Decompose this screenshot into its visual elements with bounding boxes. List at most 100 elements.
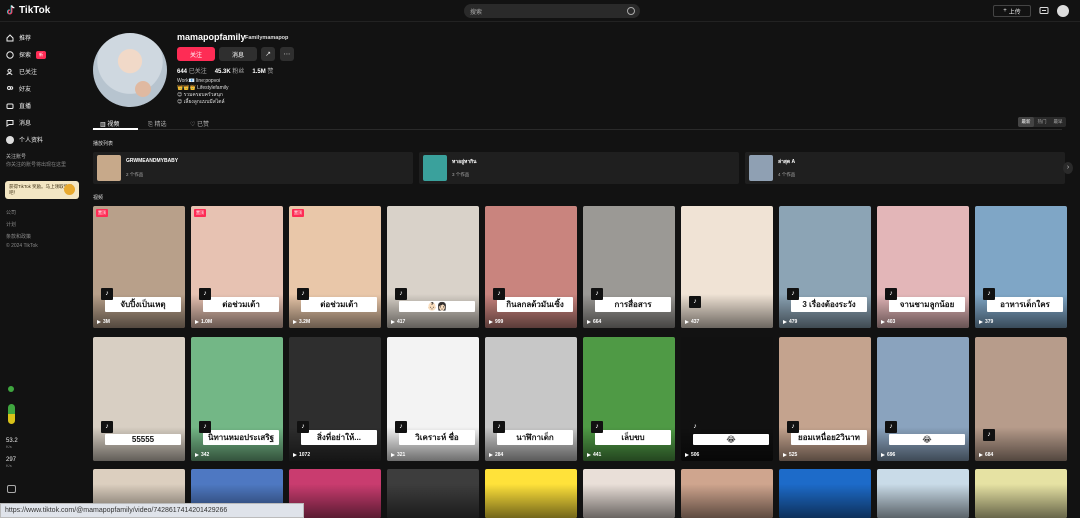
play-icon	[195, 320, 199, 324]
upload-button[interactable]: + 上传	[993, 5, 1031, 17]
video-card[interactable]	[975, 469, 1067, 518]
message-button[interactable]: 消息	[219, 47, 257, 61]
tiktok-note-icon: ♪	[493, 288, 505, 300]
sidebar-item-live[interactable]: 直播	[6, 101, 31, 110]
video-card[interactable]	[877, 469, 969, 518]
count-value: 45.3K	[214, 69, 231, 75]
sidebar-item-explore[interactable]: 探索新	[6, 50, 47, 59]
video-card[interactable]: นิทานหมอประเสริฐ ♪ 342	[191, 337, 283, 461]
video-card[interactable]: กินลกลด้วมันเซิ้ง ♪ 999	[485, 206, 577, 328]
video-card[interactable]: ♪ 684	[975, 337, 1067, 461]
video-card[interactable]: นาฬิกาเด็ก ♪ 284	[485, 337, 577, 461]
video-caption: การสื่อสาร	[595, 297, 671, 312]
playlist-card[interactable]: หาอยู่หากิน 3 个作品	[419, 152, 739, 184]
video-card[interactable]: เล็บขบ ♪ 441	[583, 337, 675, 461]
video-card[interactable]: จานชามลูกน้อย ♪ 403	[877, 206, 969, 328]
camera-icon[interactable]	[7, 485, 16, 493]
sort-option-oldest[interactable]: 最早	[1050, 117, 1066, 127]
sidebar-item-friends[interactable]: 好友	[6, 84, 31, 93]
view-count-value: 1.0M	[201, 319, 213, 325]
video-card[interactable]: 😂 ♪ 696	[877, 337, 969, 461]
video-card[interactable]: ♪ 437	[681, 206, 773, 328]
share-button[interactable]: ↗	[261, 47, 275, 61]
play-icon	[587, 320, 591, 324]
view-count-value: 403	[887, 319, 896, 325]
video-card[interactable]: 3 เรื่องต้องระวัง ♪ 479	[779, 206, 871, 328]
following-count[interactable]: 644 已关注	[177, 66, 207, 75]
video-card[interactable]: 👶🏻👩🏻 ♪ 417	[387, 206, 479, 328]
footer-link-company[interactable]: 公司	[6, 210, 16, 217]
video-card[interactable]	[779, 469, 871, 518]
sidebar-item-label: 直播	[19, 104, 32, 110]
view-count-value: 437	[691, 319, 700, 325]
video-caption: ต่อช่วมเต้า	[301, 297, 377, 312]
video-card[interactable]: อาหารเด็กใคร ♪ 379	[975, 206, 1067, 328]
footer-link-program[interactable]: 计划	[6, 222, 16, 229]
video-card[interactable]: วิเคราะห์ ชื่อ ♪ 321	[387, 337, 479, 461]
video-caption: นาฬิกาเด็ก	[497, 430, 573, 445]
playlist-count: 4 个作品	[778, 172, 796, 177]
status-dot	[8, 386, 14, 392]
more-button[interactable]: ⋯	[280, 47, 294, 61]
view-count-value: 506	[691, 452, 700, 458]
sort-option-latest[interactable]: 最新	[1018, 117, 1034, 127]
message-icon	[6, 119, 14, 127]
video-card[interactable]: การสื่อสาร ♪ 664	[583, 206, 675, 328]
sort-option-popular[interactable]: 热门	[1034, 117, 1050, 127]
video-caption: 👶🏻👩🏻	[399, 301, 475, 312]
videos-heading: 视频	[93, 195, 104, 201]
view-count-value: 284	[495, 452, 504, 458]
playlist-next-button[interactable]: ›	[1063, 162, 1073, 174]
view-count: 525	[783, 452, 797, 458]
video-gradient	[877, 484, 969, 518]
video-card[interactable]: 置顶 ต่อช่วมเต้า ♪ 3.2M	[289, 206, 381, 328]
video-caption: จานชามลูกน้อย	[889, 297, 965, 312]
user-avatar[interactable]	[1057, 5, 1069, 17]
video-card[interactable]: ยอมเหนื่อย2วินาท ♪ 525	[779, 337, 871, 461]
battery-indicator	[8, 404, 15, 424]
tiktok-note-icon: ♪	[591, 421, 603, 433]
video-card[interactable]: 置顶 จับปิ้งเป็นเหตุ ♪ 3M	[93, 206, 185, 328]
sidebar-item-label: 探索	[19, 53, 32, 59]
view-count: 342	[195, 452, 209, 458]
tab-videos[interactable]: ▥ 视频	[100, 119, 119, 128]
view-count: 479	[783, 319, 797, 325]
video-card[interactable]	[583, 469, 675, 518]
video-gradient	[975, 484, 1067, 518]
follow-button[interactable]: 关注	[177, 47, 215, 61]
search-input[interactable]: 搜索	[464, 4, 640, 18]
followers-count[interactable]: 45.3K 粉丝	[215, 66, 245, 75]
profile-bio: Work📧 line:popvoi 👑👑👑 Lifestylefamily 😊 …	[177, 78, 228, 106]
coin-icon	[64, 184, 75, 195]
playlist-count: 3 个作品	[452, 172, 470, 177]
footer-link-terms[interactable]: 条款和政策	[6, 234, 31, 241]
compass-icon	[6, 50, 14, 59]
tab-liked[interactable]: ♡ 已赞	[190, 119, 209, 128]
tiktok-logo[interactable]: TikTok	[5, 4, 50, 16]
search-icon[interactable]	[627, 7, 635, 15]
pinned-badge: 置顶	[292, 209, 304, 217]
video-card[interactable]: สิ่งที่อย่าให้... ♪ 1072	[289, 337, 381, 461]
video-card[interactable]: 置顶 ต่อช่วมเต้า ♪ 1.0M	[191, 206, 283, 328]
play-icon	[685, 453, 689, 457]
profile-avatar[interactable]	[93, 33, 167, 107]
video-card[interactable]: 55555 ♪	[93, 337, 185, 461]
sidebar-item-following[interactable]: 已关注	[6, 67, 37, 76]
sidebar-item-messages[interactable]: 消息	[6, 118, 31, 127]
video-card[interactable]	[387, 469, 479, 518]
video-card[interactable]	[681, 469, 773, 518]
view-count: 1072	[293, 452, 310, 458]
playlist-card[interactable]: GRWMEANDMYBABY 2 个作品	[93, 152, 413, 184]
playlist-card[interactable]: ล่าสุด A 4 个作品	[745, 152, 1065, 184]
video-card[interactable]: 😂 ♪ 506	[681, 337, 773, 461]
view-count-value: 379	[985, 319, 994, 325]
inbox-icon[interactable]	[1039, 6, 1049, 16]
sidebar-item-profile[interactable]: 个人资料	[6, 135, 43, 144]
tab-favorites[interactable]: ⎘ 精选	[148, 119, 166, 129]
top-bar: TikTok 搜索 + 上传	[0, 0, 1080, 22]
download-speed: 53.2 K/s	[6, 438, 18, 450]
video-card[interactable]	[485, 469, 577, 518]
sidebar-item-foryou[interactable]: 推荐	[6, 33, 31, 42]
rewards-promo[interactable]: 获得TikTok 奖励。马上领取奖励吧！	[5, 181, 79, 199]
video-caption: ต่อช่วมเต้า	[203, 297, 279, 312]
